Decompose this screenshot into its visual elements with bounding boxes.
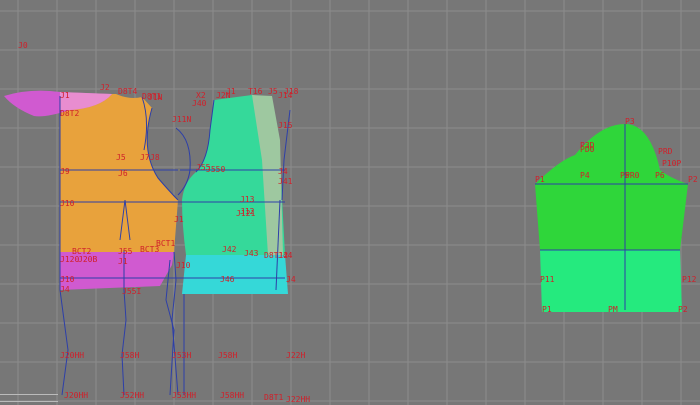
point-label-j46[interactable]: J46: [220, 275, 235, 284]
point-label-j22h[interactable]: J22H: [286, 351, 305, 360]
point-label-p2[interactable]: P2: [688, 175, 698, 184]
point-label-j121[interactable]: J121: [236, 209, 255, 218]
point-label-j0[interactable]: J0: [18, 41, 28, 50]
point-label-j6[interactable]: J6: [118, 169, 128, 178]
point-label-j9[interactable]: J9: [60, 167, 70, 176]
point-label-j2[interactable]: J2: [100, 83, 110, 92]
point-label-j20hh[interactable]: J20HH: [60, 351, 84, 360]
point-label-pd0[interactable]: PD0: [580, 145, 595, 154]
point-label-j1b2[interactable]: J1: [174, 215, 184, 224]
point-label-j20b[interactable]: J20B: [78, 255, 97, 264]
back-waist-band[interactable]: [182, 255, 288, 294]
point-label-j10a[interactable]: J10: [60, 275, 75, 284]
point-label-p6[interactable]: P6: [655, 171, 665, 180]
point-label-j42[interactable]: J42: [222, 245, 237, 254]
point-label-j4[interactable]: J4: [278, 167, 288, 176]
point-label-j13[interactable]: J13: [240, 195, 255, 204]
pattern-drawing[interactable]: J0J1J2 D8T4D8T1D8T2J5J6J7 J8J9J10J14J15J1N…: [0, 0, 700, 405]
point-label-j22hh[interactable]: J22HH: [286, 395, 310, 404]
pattern-canvas[interactable]: J0 J1 J2 D8T4 D8T1 D8T2 J5 J6 J7 J8 J9 J10 J14 J15 J1N…: [0, 0, 700, 405]
point-label-bct3[interactable]: BCT3: [140, 245, 159, 254]
point-label-d8t1b[interactable]: D8T1: [264, 393, 283, 402]
point-label-x2[interactable]: X2: [196, 91, 206, 100]
point-label-j5[interactable]: J5: [116, 153, 126, 162]
point-label-j4b[interactable]: J4: [286, 275, 296, 284]
point-label-j10b[interactable]: J10: [176, 261, 191, 270]
point-label-j58h2[interactable]: J58H: [218, 351, 237, 360]
point-label-j58hh[interactable]: J58HH: [220, 391, 244, 400]
point-label-j5b[interactable]: J5: [268, 87, 278, 96]
point-label-p10p[interactable]: P10P: [662, 159, 681, 168]
point-label-j11n[interactable]: J11N: [172, 115, 191, 124]
point-label-j53hh[interactable]: J53HH: [172, 391, 196, 400]
point-label-p4[interactable]: P4: [580, 171, 590, 180]
point-label-j1b3[interactable]: J1: [118, 257, 128, 266]
point-label-j1n[interactable]: J1N: [148, 93, 163, 102]
point-label-d8t2[interactable]: D8T2: [60, 109, 79, 118]
point-label-j15[interactable]: J15: [278, 121, 293, 130]
point-label-pr0[interactable]: PR0: [625, 171, 640, 180]
point-label-d8t4[interactable]: D8T4: [118, 87, 137, 96]
point-label-j55i[interactable]: J55I: [122, 287, 141, 296]
point-label-j7[interactable]: J7: [140, 153, 150, 162]
status-strip: [0, 394, 58, 402]
point-label-j55b[interactable]: J55: [118, 247, 133, 256]
point-label-j1b[interactable]: J1: [226, 87, 236, 96]
point-label-j52hh[interactable]: J52HH: [120, 391, 144, 400]
point-label-j550[interactable]: J550: [206, 165, 225, 174]
point-label-d8t12[interactable]: D8T12: [264, 251, 288, 260]
sleeve-cap[interactable]: [535, 124, 688, 250]
point-label-p1b[interactable]: P1: [542, 305, 552, 314]
point-label-p12[interactable]: P12: [682, 275, 697, 284]
point-label-j53h[interactable]: J53H: [172, 351, 191, 360]
point-label-j10[interactable]: J10: [60, 199, 75, 208]
point-label-j43[interactable]: J43: [244, 249, 259, 258]
point-label-t16[interactable]: T16: [248, 87, 263, 96]
point-label-prd[interactable]: PRD: [658, 147, 673, 156]
point-label-j8[interactable]: J8: [150, 153, 160, 162]
point-label-j18[interactable]: J18: [284, 87, 299, 96]
point-label-j4a[interactable]: J4: [60, 285, 70, 294]
sleeve-band[interactable]: [540, 250, 682, 312]
point-label-j41[interactable]: J41: [278, 177, 293, 186]
point-label-p2b[interactable]: P2: [678, 305, 688, 314]
point-label-j58h[interactable]: J58H: [120, 351, 139, 360]
point-label-p1[interactable]: P1: [535, 175, 545, 184]
point-label-j20hh2[interactable]: J20HH: [64, 391, 88, 400]
point-label-j40[interactable]: J40: [192, 99, 207, 108]
point-label-j120[interactable]: J120: [60, 255, 79, 264]
point-label-p11[interactable]: P11: [540, 275, 555, 284]
point-label-j1a[interactable]: J1: [60, 91, 70, 100]
point-label-pm[interactable]: PM: [608, 305, 618, 314]
point-label-p3[interactable]: P3: [625, 117, 635, 126]
